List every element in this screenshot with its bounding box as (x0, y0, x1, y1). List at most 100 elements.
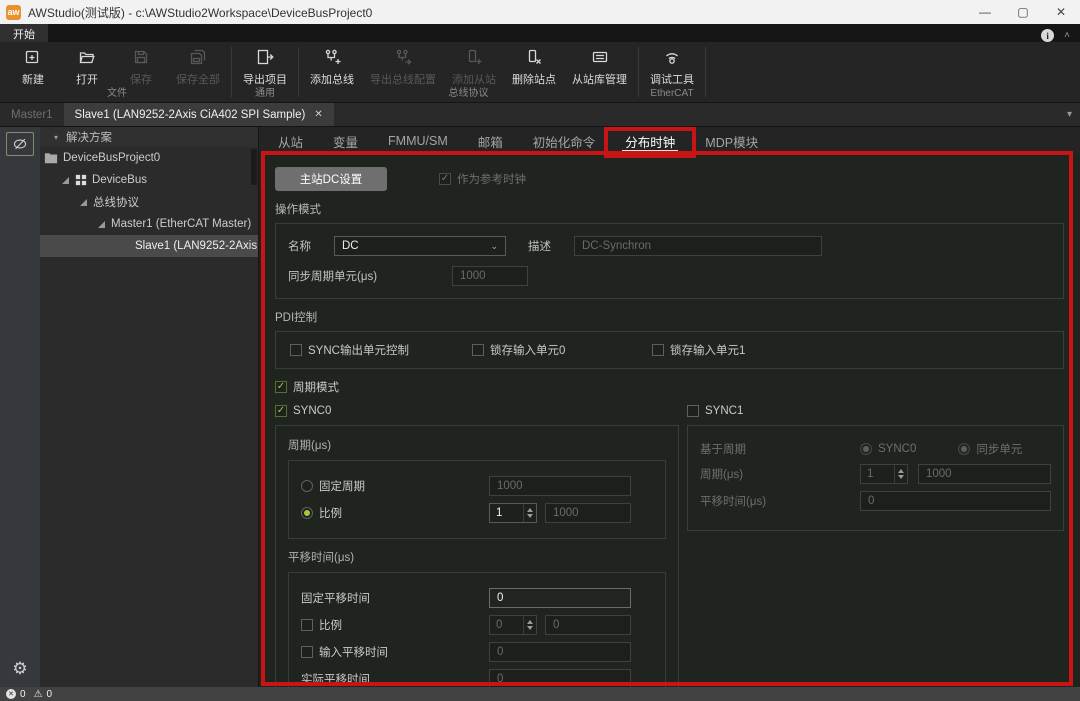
warning-icon: ⚠ (34, 689, 43, 700)
tree-expander-icon[interactable] (80, 199, 87, 206)
tree-item-master1[interactable]: Master1 (EtherCAT Master) (40, 213, 258, 235)
tab-master1[interactable]: Master1 (0, 103, 64, 126)
reference-clock-label: 作为参考时钟 (457, 171, 526, 187)
master-dc-settings-button[interactable]: 主站DC设置 (275, 167, 387, 191)
input-shift-field: 0 (489, 642, 631, 662)
fixed-shift-label: 固定平移时间 (301, 590, 370, 606)
input-shift-checkbox[interactable]: 输入平移时间 (301, 644, 489, 660)
tab-close-icon[interactable]: ✕ (314, 109, 322, 120)
pdi-control-title: PDI控制 (275, 309, 1064, 325)
maximize-button[interactable]: ▢ (1004, 0, 1042, 24)
open-folder-icon (78, 48, 96, 68)
export-project-button[interactable]: 导出项目 (235, 42, 295, 87)
sync0-checkbox[interactable]: ✓ SYNC0 (275, 405, 679, 417)
stepper-arrows-icon (523, 616, 536, 634)
subtab-distributed-clock[interactable]: 分布时钟 (610, 127, 690, 155)
tree-item-bus-protocol[interactable]: 总线协议 (40, 191, 258, 213)
save-button: 保存 (114, 42, 168, 87)
subtab-mdp-module[interactable]: MDP模块 (690, 127, 773, 155)
collapse-ribbon-icon[interactable]: ˄ (1064, 30, 1070, 41)
sync1-checkbox[interactable]: SYNC1 (687, 405, 1064, 417)
subtab-mailbox[interactable]: 邮箱 (463, 127, 518, 155)
tree-header-solution[interactable]: ▾ 解决方案 (40, 127, 258, 147)
sync1-period-base-field: 1000 (918, 464, 1051, 484)
reference-clock-checkbox: ✓ (439, 173, 451, 185)
checkbox-checked-icon: ✓ (275, 381, 287, 393)
debug-tool-button[interactable]: 调试工具 (642, 42, 702, 87)
document-tab-bar: Master1 Slave1 (LAN9252-2Axis CiA402 SPI… (0, 103, 1080, 127)
slave-library-button[interactable]: 从站库管理 (564, 42, 635, 87)
sync0-shift-title: 平移时间(μs) (288, 549, 666, 565)
tree-expander-icon[interactable] (62, 177, 69, 184)
stepper-arrows-icon (894, 465, 907, 483)
shift-ratio-checkbox[interactable]: 比例 (301, 617, 489, 633)
tree-scrollbar-thumb[interactable] (251, 149, 257, 185)
open-button[interactable]: 打开 (60, 42, 114, 87)
ribbon-group-ethercat: 调试工具 EtherCAT (642, 42, 702, 102)
add-bus-button[interactable]: 添加总线 (302, 42, 362, 87)
tab-slave1[interactable]: Slave1 (LAN9252-2Axis CiA402 SPI Sample)… (64, 103, 334, 126)
shift-ratio-factor-stepper: 0 (489, 615, 537, 635)
sync-cycle-unit-label: 同步周期单元(μs) (288, 268, 452, 284)
close-button[interactable]: ✕ (1042, 0, 1080, 24)
actual-shift-label: 实际平移时间 (301, 671, 370, 687)
add-slave-button: 添加从站 (444, 42, 504, 87)
tree-item-project[interactable]: DeviceBusProject0 (40, 147, 258, 169)
chevron-down-icon: ▾ (54, 133, 58, 142)
save-all-button: 保存全部 (168, 42, 228, 87)
radio-icon (301, 480, 313, 492)
info-icon[interactable]: i (1041, 29, 1054, 42)
solution-explorer-button[interactable] (6, 132, 34, 156)
ribbon-tab-start[interactable]: 开始 (0, 24, 48, 42)
ribbon-group-general: 导出项目 通用 (235, 42, 295, 102)
save-icon (132, 48, 150, 68)
ratio-factor-stepper[interactable]: 1 (489, 503, 537, 523)
subtab-fmmu-sm[interactable]: FMMU/SM (373, 127, 463, 155)
ratio-radio[interactable]: 比例 (301, 505, 489, 521)
tree-expander-icon[interactable] (98, 221, 105, 228)
name-label: 名称 (288, 238, 334, 254)
window-title: AWStudio(测试版) - c:\AWStudio2Workspace\De… (28, 4, 372, 21)
fixed-period-radio[interactable]: 固定周期 (301, 478, 489, 494)
subtab-variables[interactable]: 变量 (318, 127, 373, 155)
delete-station-button[interactable]: 删除站点 (504, 42, 564, 87)
active-tab-underline (622, 150, 678, 152)
radio-icon (958, 443, 970, 455)
ribbon-separator (231, 47, 232, 97)
minimize-button[interactable]: — (966, 0, 1004, 24)
solution-tree-panel: ▾ 解决方案 DeviceBusProject0 DeviceBus 总线协议 … (40, 127, 259, 687)
subtab-init-commands[interactable]: 初始化命令 (518, 127, 611, 155)
tree-item-slave1[interactable]: Slave1 (LAN9252-2Axis ... (40, 235, 258, 257)
ribbon-group-label-general: 通用 (235, 87, 295, 102)
settings-gear-icon[interactable]: ⚙ (12, 659, 27, 679)
sync-cycle-unit-field: 1000 (452, 266, 528, 286)
warning-count: 0 (47, 689, 53, 700)
stepper-arrows-icon[interactable] (523, 504, 536, 522)
add-bus-icon (323, 48, 341, 68)
distributed-clock-panel: 主站DC设置 ✓ 作为参考时钟 操作模式 名称 DC ⌄ 描述 DC-Synch… (259, 155, 1080, 687)
ribbon-separator (638, 47, 639, 97)
tree-item-devicebus[interactable]: DeviceBus (40, 169, 258, 191)
sync1-period-factor-stepper: 1 (860, 464, 908, 484)
actual-shift-field: 0 (489, 669, 631, 687)
sync-output-unit-checkbox[interactable]: SYNC输出单元控制 (290, 342, 472, 358)
sync0-group-box: 周期(μs) 固定周期 1000 (275, 425, 679, 687)
debug-tool-icon (663, 48, 681, 68)
sync1-shift-field: 0 (860, 491, 1051, 511)
ribbon-group-file: 新建 打开 保存 保存全部 文件 (6, 42, 228, 102)
description-label: 描述 (528, 238, 574, 254)
latch-input-unit1-checkbox[interactable]: 锁存输入单元1 (652, 342, 745, 358)
tab-overflow-chevron-icon[interactable]: ▾ (1067, 109, 1080, 120)
subtab-slave[interactable]: 从站 (263, 127, 318, 155)
error-count: 0 (20, 689, 26, 700)
cycle-mode-checkbox[interactable]: ✓ 周期模式 (275, 379, 1064, 395)
ribbon-group-label-ethercat: EtherCAT (642, 87, 702, 102)
fixed-shift-field[interactable]: 0 (489, 588, 631, 608)
latch-input-unit0-checkbox[interactable]: 锁存输入单元0 (472, 342, 652, 358)
new-button[interactable]: 新建 (6, 42, 60, 87)
checkbox-icon (301, 646, 313, 658)
pdi-control-box: SYNC输出单元控制 锁存输入单元0 锁存输入单元1 (275, 331, 1064, 369)
checkbox-icon (652, 344, 664, 356)
dc-mode-select[interactable]: DC ⌄ (334, 236, 506, 256)
delete-station-icon (525, 48, 543, 68)
